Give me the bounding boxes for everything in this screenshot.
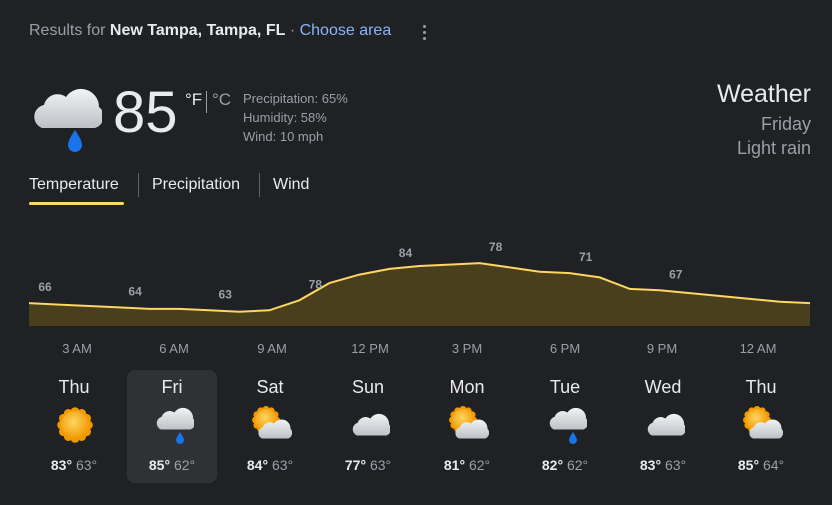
day-name: Tue: [549, 377, 581, 397]
cloud-rain-icon: [28, 78, 104, 154]
tab-divider: [259, 173, 260, 197]
day-name: Fri: [161, 377, 183, 397]
low-temp: 62°: [566, 457, 589, 473]
hour-label: 3 AM: [62, 341, 92, 356]
day-name: Wed: [644, 377, 682, 397]
choose-area-link[interactable]: Choose area: [300, 22, 392, 39]
hour-label: 9 AM: [257, 341, 287, 356]
high-temp: 82°: [541, 457, 564, 473]
fahrenheit-toggle[interactable]: °F: [185, 90, 202, 110]
tab-wind[interactable]: Wind: [273, 176, 309, 194]
day-card-fri[interactable]: Fri 85° 62°: [127, 370, 217, 483]
partly-cloudy-icon: [447, 404, 490, 446]
hour-label: 6 PM: [549, 341, 581, 356]
day-card-tue[interactable]: Tue 82° 62°: [520, 370, 610, 483]
low-temp: 62°: [468, 457, 491, 473]
tab-divider: [138, 173, 139, 197]
active-tab-underline: [29, 202, 124, 205]
tab-temperature[interactable]: Temperature: [29, 176, 119, 194]
hour-label: 12 PM: [351, 341, 389, 356]
high-temp: 84°: [246, 457, 269, 473]
day-card-mon[interactable]: Mon 81° 62°: [422, 370, 512, 483]
day-name: Mon: [449, 377, 485, 397]
day-card-thu[interactable]: Thu 83° 63°: [29, 370, 119, 483]
chart-temp-label: 78: [489, 240, 503, 254]
partly-cloudy-icon: [250, 404, 293, 446]
chart-temp-label: 64: [128, 284, 142, 298]
day-temps: 83° 63°: [29, 457, 119, 473]
location-name: New Tampa, Tampa, FL: [109, 22, 286, 39]
day-temps: 81° 62°: [422, 457, 512, 473]
low-temp: 63°: [75, 457, 98, 473]
day-temps: 82° 62°: [520, 457, 610, 473]
partly-cloudy-icon: [741, 404, 784, 446]
day-temps: 77° 63°: [323, 457, 413, 473]
day-temps: 85° 64°: [716, 457, 806, 473]
weather-details: Precipitation: 65% Humidity: 58% Wind: 1…: [243, 89, 348, 146]
day-name: Thu: [745, 377, 777, 397]
day-name: Sun: [351, 377, 385, 397]
weather-condition: Light rain: [736, 138, 811, 158]
precipitation-text: Precipitation: 65%: [243, 91, 348, 106]
hour-label: 6 AM: [159, 341, 189, 356]
low-temp: 63°: [271, 457, 294, 473]
cloudy-icon: [643, 404, 686, 446]
results-for-line: Results for New Tampa, Tampa, FL · Choos…: [29, 22, 391, 40]
high-temp: 83°: [50, 457, 73, 473]
day-temps: 84° 63°: [225, 457, 315, 473]
high-temp: 85°: [148, 457, 171, 473]
separator-dot: ·: [289, 22, 296, 39]
chart-temp-label: 63: [219, 287, 233, 301]
temperature-area: [29, 263, 810, 326]
humidity-text: Humidity: 58%: [243, 110, 327, 125]
day-card-wed[interactable]: Wed 83° 63°: [618, 370, 708, 483]
day-card-sat[interactable]: Sat 84° 63°: [225, 370, 315, 483]
temperature-chart[interactable]: 66 64 63 78 84 78 71 67: [0, 228, 832, 332]
weather-title: Weather: [716, 80, 811, 108]
chart-temp-label: 67: [669, 267, 683, 281]
chart-temp-label: 71: [579, 250, 593, 264]
sunny-icon: [54, 404, 96, 446]
weather-day: Friday: [760, 114, 811, 134]
high-temp: 81°: [443, 457, 466, 473]
wind-text: Wind: 10 mph: [243, 129, 324, 144]
day-name: Thu: [58, 377, 90, 397]
low-temp: 64°: [762, 457, 785, 473]
chart-temp-label: 66: [38, 280, 52, 294]
hour-label: 9 PM: [646, 341, 678, 356]
more-options-icon[interactable]: [414, 20, 434, 44]
unit-divider: [206, 91, 207, 113]
cloud-rain-icon: [545, 404, 588, 446]
tab-precipitation[interactable]: Precipitation: [152, 176, 240, 194]
hour-label: 3 PM: [451, 341, 483, 356]
high-temp: 83°: [639, 457, 662, 473]
low-temp: 62°: [173, 457, 196, 473]
results-prefix: Results for: [29, 22, 106, 39]
day-card-sun[interactable]: Sun 77° 63°: [323, 370, 413, 483]
day-card-thu[interactable]: Thu 85° 64°: [716, 370, 806, 483]
high-temp: 77°: [344, 457, 367, 473]
chart-temp-label: 78: [309, 277, 323, 291]
chart-temp-label: 84: [399, 246, 413, 260]
current-temperature: 85: [113, 80, 178, 145]
day-name: Sat: [256, 377, 284, 397]
cloudy-icon: [348, 404, 391, 446]
day-temps: 85° 62°: [127, 457, 217, 473]
low-temp: 63°: [369, 457, 392, 473]
low-temp: 63°: [664, 457, 687, 473]
high-temp: 85°: [737, 457, 760, 473]
celsius-toggle[interactable]: °C: [212, 90, 231, 110]
hour-label: 12 AM: [739, 341, 777, 356]
day-temps: 83° 63°: [618, 457, 708, 473]
cloud-rain-icon: [152, 404, 195, 446]
